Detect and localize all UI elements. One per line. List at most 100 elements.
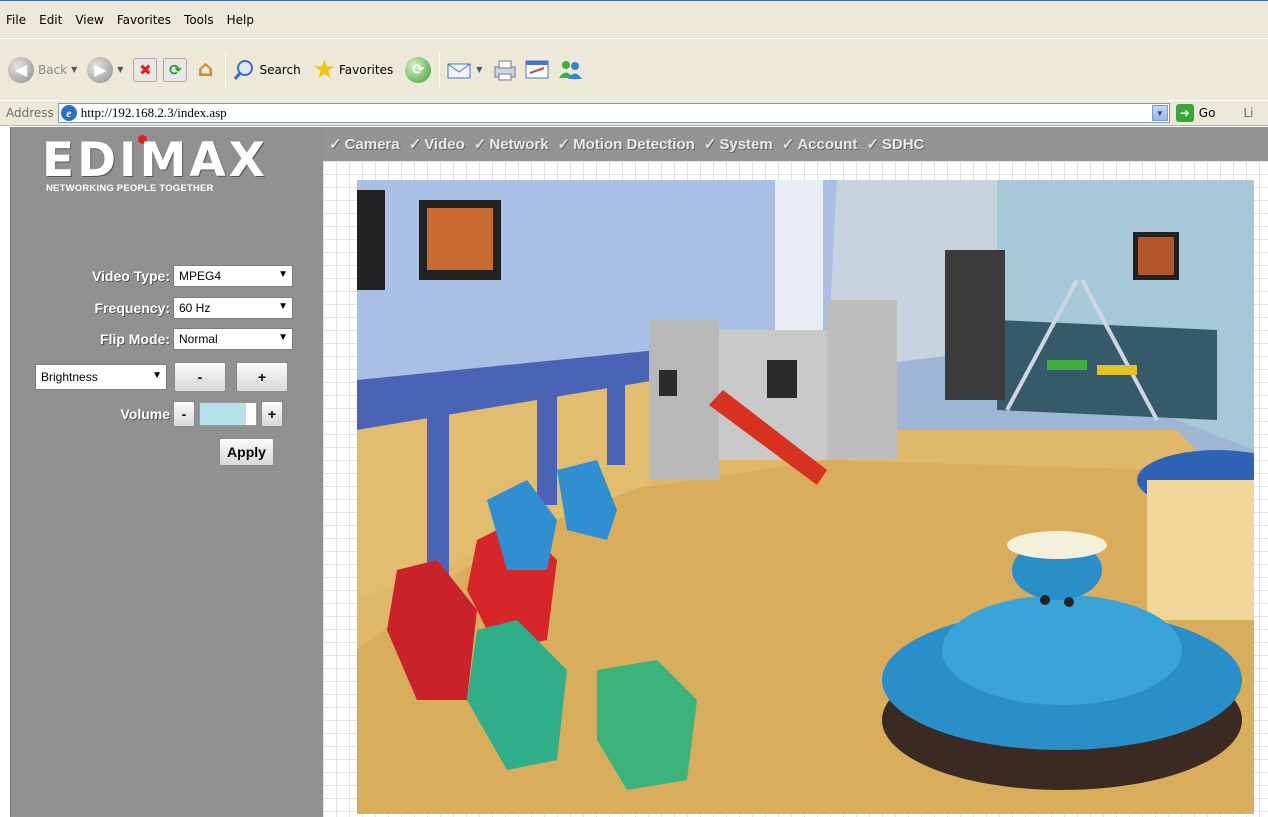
home-button[interactable]: ⌂ [193,57,217,82]
nav-video-label: Video [424,135,465,153]
ie-page-icon: e [60,105,77,121]
print-button[interactable] [492,58,518,82]
increase-label: + [257,369,267,385]
volume-up-button[interactable]: + [261,401,283,427]
check-icon: ✓ [329,136,342,153]
video-type-value: MPEG4 [179,269,222,283]
mail-button[interactable]: ▼ [446,59,486,81]
camera-live-view [357,180,1254,814]
volume-bar[interactable] [199,402,257,426]
star-icon: ★ [312,54,336,85]
address-input[interactable]: e http://192.168.2.3/index.asp ▼ [57,103,1170,123]
check-icon: ✓ [703,136,717,153]
check-icon: ✓ [473,136,487,153]
frequency-row: Frequency: 60 Hz ▼ [60,297,293,319]
control-sidebar [10,127,323,817]
nav-network[interactable]: ✓ Network [473,135,549,154]
nav-account-label: Account [797,135,858,153]
chevron-down-icon: ▼ [152,370,162,381]
video-type-label: Video Type: [91,268,170,284]
menu-favorites[interactable]: Favorites [117,13,171,27]
messenger-button[interactable] [556,58,584,82]
nav-motion-detection-label: Motion Detection [573,135,695,153]
stop-button[interactable]: ✖ [133,57,158,82]
apply-button[interactable]: Apply [219,438,274,466]
printer-icon [494,60,516,80]
go-label: Go [1198,106,1216,120]
logo-tagline: NETWORKING PEOPLE TOGETHER [46,183,214,194]
address-dropdown-icon[interactable]: ▼ [1151,105,1168,121]
nav-camera-label: Camera [344,135,400,153]
search-button[interactable]: Search [232,58,301,82]
nav-sdhc-label: SDHC [881,135,925,153]
chevron-down-icon: ▼ [278,301,288,312]
search-label: Search [259,62,301,77]
video-type-row: Video Type: MPEG4 ▼ [60,265,293,287]
menu-tools[interactable]: Tools [184,13,214,27]
mail-dropdown-icon[interactable]: ▼ [476,65,482,74]
chevron-down-icon: ▼ [278,269,288,280]
flip-mode-value: Normal [179,332,218,346]
edit-page-icon [525,60,549,78]
menu-view[interactable]: View [75,13,103,27]
nav-account[interactable]: ✓ Account [781,135,858,154]
stop-icon: ✖ [133,57,158,82]
decrease-button[interactable]: - [174,362,226,392]
adjust-value: Brightness [41,370,98,384]
history-button[interactable]: ⟳ [405,56,432,83]
flip-mode-label: Flip Mode: [100,331,170,347]
mail-icon [447,63,471,78]
address-url: http://192.168.2.3/index.asp [80,105,227,120]
chevron-down-icon: ▼ [278,332,288,343]
frequency-value: 60 Hz [179,301,211,315]
volume-down-button[interactable]: - [173,401,195,427]
adjust-row: Brightness ▼ - + [35,362,288,392]
frequency-select[interactable]: 60 Hz ▼ [173,297,293,319]
refresh-button[interactable]: ⟳ [163,57,188,82]
address-label: Address [6,106,54,120]
nav-motion-detection[interactable]: ✓ Motion Detection [558,135,695,154]
edimax-logo: EDIMAX [42,133,268,188]
menu-file[interactable]: File [6,13,26,27]
adjust-select[interactable]: Brightness ▼ [35,364,167,390]
back-button[interactable]: ◀ Back ▼ [8,56,81,83]
history-icon: ⟳ [405,56,432,83]
nav-system[interactable]: ✓ System [703,135,773,154]
camera-image [357,180,1254,814]
increase-button[interactable]: + [236,362,288,392]
nav-video[interactable]: ✓ Video [408,135,465,154]
forward-dropdown-icon[interactable]: ▼ [117,65,123,74]
volume-row: Volume - + [100,401,283,427]
nav-camera[interactable]: ✓ Camera [329,135,400,154]
forward-button[interactable]: ▶ ▼ [87,56,127,83]
back-arrow-icon: ◀ [8,56,34,83]
messenger-icon [559,60,583,79]
toolbar-divider [439,52,441,87]
menu-edit[interactable]: Edit [39,13,62,27]
frequency-label: Frequency: [94,300,170,316]
volume-up-label: + [267,406,277,422]
check-icon: ✓ [866,136,879,153]
nav-system-label: System [719,135,773,153]
home-icon: ⌂ [197,57,214,82]
video-type-select[interactable]: MPEG4 ▼ [173,265,293,287]
nav-sdhc[interactable]: ✓ SDHC [866,135,925,154]
back-label: Back [38,62,68,77]
menu-help[interactable]: Help [227,13,254,27]
edit-button[interactable] [524,58,550,82]
links-label[interactable]: Li [1243,106,1253,120]
flip-mode-row: Flip Mode: Normal ▼ [60,328,293,350]
flip-mode-select[interactable]: Normal ▼ [173,328,293,350]
check-icon: ✓ [781,136,795,153]
volume-bar-end [246,403,256,425]
favorites-label: Favorites [339,62,394,77]
check-icon: ✓ [408,136,422,153]
address-bar: Address e http://192.168.2.3/index.asp ▼… [0,100,1268,126]
toolbar-divider [225,52,227,87]
go-button[interactable]: ➜ Go [1175,104,1216,122]
favorites-button[interactable]: ★ Favorites [312,54,394,85]
volume-down-label: - [181,406,187,422]
back-dropdown-icon[interactable]: ▼ [71,65,77,74]
search-icon [234,59,254,80]
forward-arrow-icon: ▶ [87,56,114,83]
